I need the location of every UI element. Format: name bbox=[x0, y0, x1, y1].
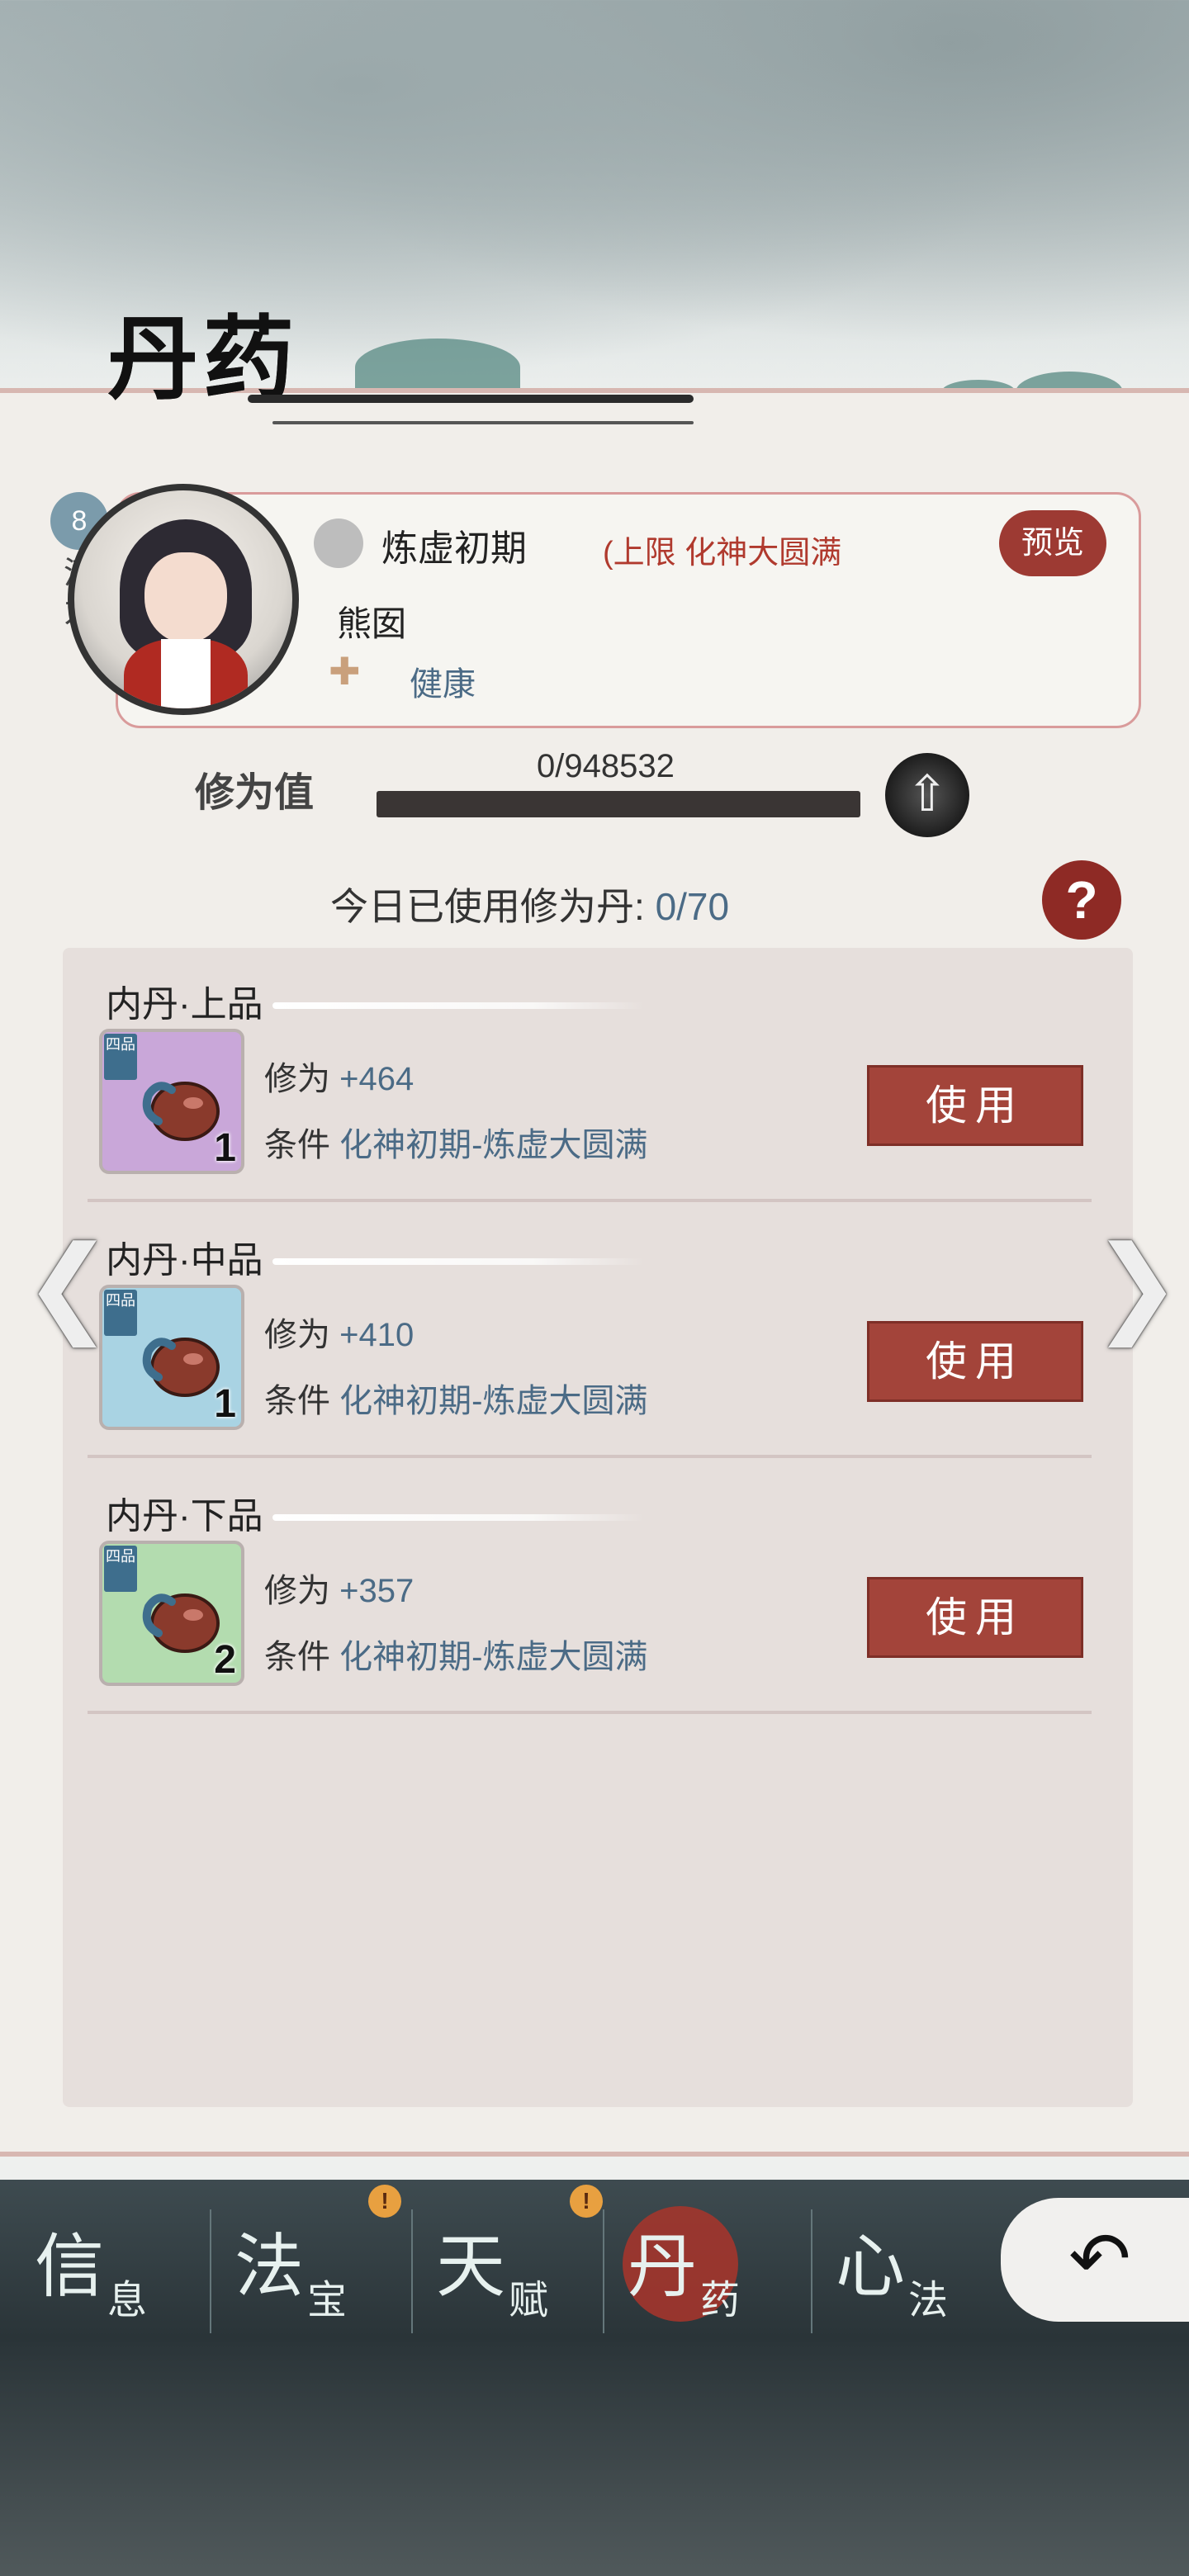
pill-count: 2 bbox=[214, 1638, 236, 1682]
tab-separator bbox=[411, 2209, 413, 2333]
title-underline bbox=[272, 421, 694, 424]
pill-count: 1 bbox=[214, 1126, 236, 1170]
condition: 条件 化神初期-炼虚大圆满 bbox=[264, 1118, 647, 1166]
back-arrow-icon[interactable]: ↶ bbox=[1001, 2198, 1189, 2322]
condition-label: 条件 bbox=[264, 1639, 330, 1675]
heart-plus-icon: ✚ bbox=[329, 650, 361, 693]
grade-tag: 四品 bbox=[104, 1034, 137, 1080]
inner-core-icon bbox=[142, 1593, 220, 1653]
breakthrough-up-icon[interactable]: ⇧ bbox=[885, 753, 969, 837]
cultivation-gain: 修为 +464 bbox=[264, 1052, 414, 1100]
inner-core-icon bbox=[142, 1082, 220, 1141]
condition: 条件 化神初期-炼虚大圆满 bbox=[264, 1630, 647, 1678]
cultivation-gain: 修为 +410 bbox=[264, 1308, 414, 1356]
title-decoration bbox=[272, 1002, 644, 1009]
grade-tag: 四品 bbox=[104, 1546, 137, 1592]
condition-value: 化神初期-炼虚大圆满 bbox=[339, 1639, 648, 1675]
tab-label-sub: 药 bbox=[700, 2279, 741, 2323]
stat-label: 修为 bbox=[264, 1061, 330, 1097]
stat-label: 修为 bbox=[264, 1573, 330, 1609]
nav-tab[interactable]: 法 宝 bbox=[225, 2203, 419, 2338]
daily-usage-value: 0/70 bbox=[655, 885, 730, 928]
pill-title: 内丹·上品 bbox=[106, 984, 263, 1025]
condition-label: 条件 bbox=[264, 1383, 330, 1419]
tab-label-main: 丹 bbox=[628, 2228, 698, 2305]
next-arrow-icon[interactable]: ❯ bbox=[1092, 1222, 1182, 1347]
nav-tab[interactable]: 心 法 bbox=[826, 2203, 1021, 2338]
character-avatar[interactable] bbox=[68, 484, 299, 715]
tab-label-main: 信 bbox=[35, 2228, 105, 2305]
cultivation-gain: 修为 +357 bbox=[264, 1564, 414, 1612]
tab-label-sub: 赋 bbox=[509, 2279, 549, 2323]
tab-label-main: 法 bbox=[234, 2228, 305, 2305]
pill-title: 内丹·下品 bbox=[106, 1496, 263, 1537]
tab-separator bbox=[811, 2209, 812, 2333]
pill-count: 1 bbox=[214, 1382, 236, 1426]
condition: 条件 化神初期-炼虚大圆满 bbox=[264, 1374, 647, 1422]
pill-item-icon[interactable]: 四品 1 bbox=[99, 1285, 244, 1430]
cultivation-progress-bar bbox=[377, 791, 860, 817]
tab-label-main: 天 bbox=[436, 2228, 506, 2305]
daily-usage: 今日已使用修为丹: 0/70 bbox=[330, 877, 729, 931]
divider bbox=[88, 1455, 1092, 1458]
title-decoration bbox=[272, 1258, 644, 1265]
use-button[interactable]: 使用 bbox=[867, 1321, 1083, 1402]
health-status: 健康 bbox=[410, 666, 476, 703]
help-button[interactable]: ? bbox=[1042, 860, 1121, 940]
nav-tab[interactable]: 天 赋 bbox=[426, 2203, 621, 2338]
stat-value: +464 bbox=[339, 1061, 414, 1097]
condition-label: 条件 bbox=[264, 1127, 330, 1163]
pill-item-icon[interactable]: 四品 1 bbox=[99, 1029, 244, 1174]
tab-label-main: 心 bbox=[836, 2228, 906, 2305]
tab-separator bbox=[210, 2209, 211, 2333]
stat-value: +410 bbox=[339, 1317, 414, 1353]
divider bbox=[88, 1711, 1092, 1714]
tab-label-sub: 息 bbox=[107, 2279, 148, 2323]
tab-label-sub: 宝 bbox=[307, 2279, 348, 2323]
alert-badge-icon: ! bbox=[570, 2185, 603, 2218]
realm-text: 炼虚初期 bbox=[381, 528, 527, 569]
nav-tab[interactable]: 丹 药 bbox=[618, 2203, 812, 2338]
nav-tab[interactable]: 信 息 bbox=[25, 2203, 220, 2338]
title-decoration bbox=[272, 1514, 644, 1521]
realm-limit: (上限 化神大圆满 bbox=[603, 536, 842, 571]
use-button[interactable]: 使用 bbox=[867, 1577, 1083, 1658]
character-name: 熊囡 bbox=[337, 604, 407, 643]
condition-value: 化神初期-炼虚大圆满 bbox=[339, 1127, 648, 1163]
condition-value: 化神初期-炼虚大圆满 bbox=[339, 1383, 648, 1419]
alert-badge-icon: ! bbox=[368, 2185, 401, 2218]
cultivation-label: 修为值 bbox=[195, 769, 315, 816]
title-underline bbox=[248, 395, 694, 403]
prev-arrow-icon[interactable]: ❮ bbox=[23, 1222, 113, 1347]
tab-separator bbox=[603, 2209, 604, 2333]
divider bbox=[88, 1199, 1092, 1202]
use-button[interactable]: 使用 bbox=[867, 1065, 1083, 1146]
cultivation-value: 0/948532 bbox=[537, 748, 675, 784]
daily-usage-label: 今日已使用修为丹: bbox=[330, 885, 645, 928]
tab-label-sub: 法 bbox=[908, 2279, 949, 2323]
pill-item-icon[interactable]: 四品 2 bbox=[99, 1541, 244, 1686]
stat-label: 修为 bbox=[264, 1317, 330, 1353]
stat-value: +357 bbox=[339, 1573, 414, 1609]
pill-title: 内丹·中品 bbox=[106, 1240, 263, 1281]
preview-button[interactable]: 预览 bbox=[999, 510, 1106, 576]
inner-core-icon bbox=[142, 1338, 220, 1397]
realm-icon bbox=[314, 519, 363, 568]
